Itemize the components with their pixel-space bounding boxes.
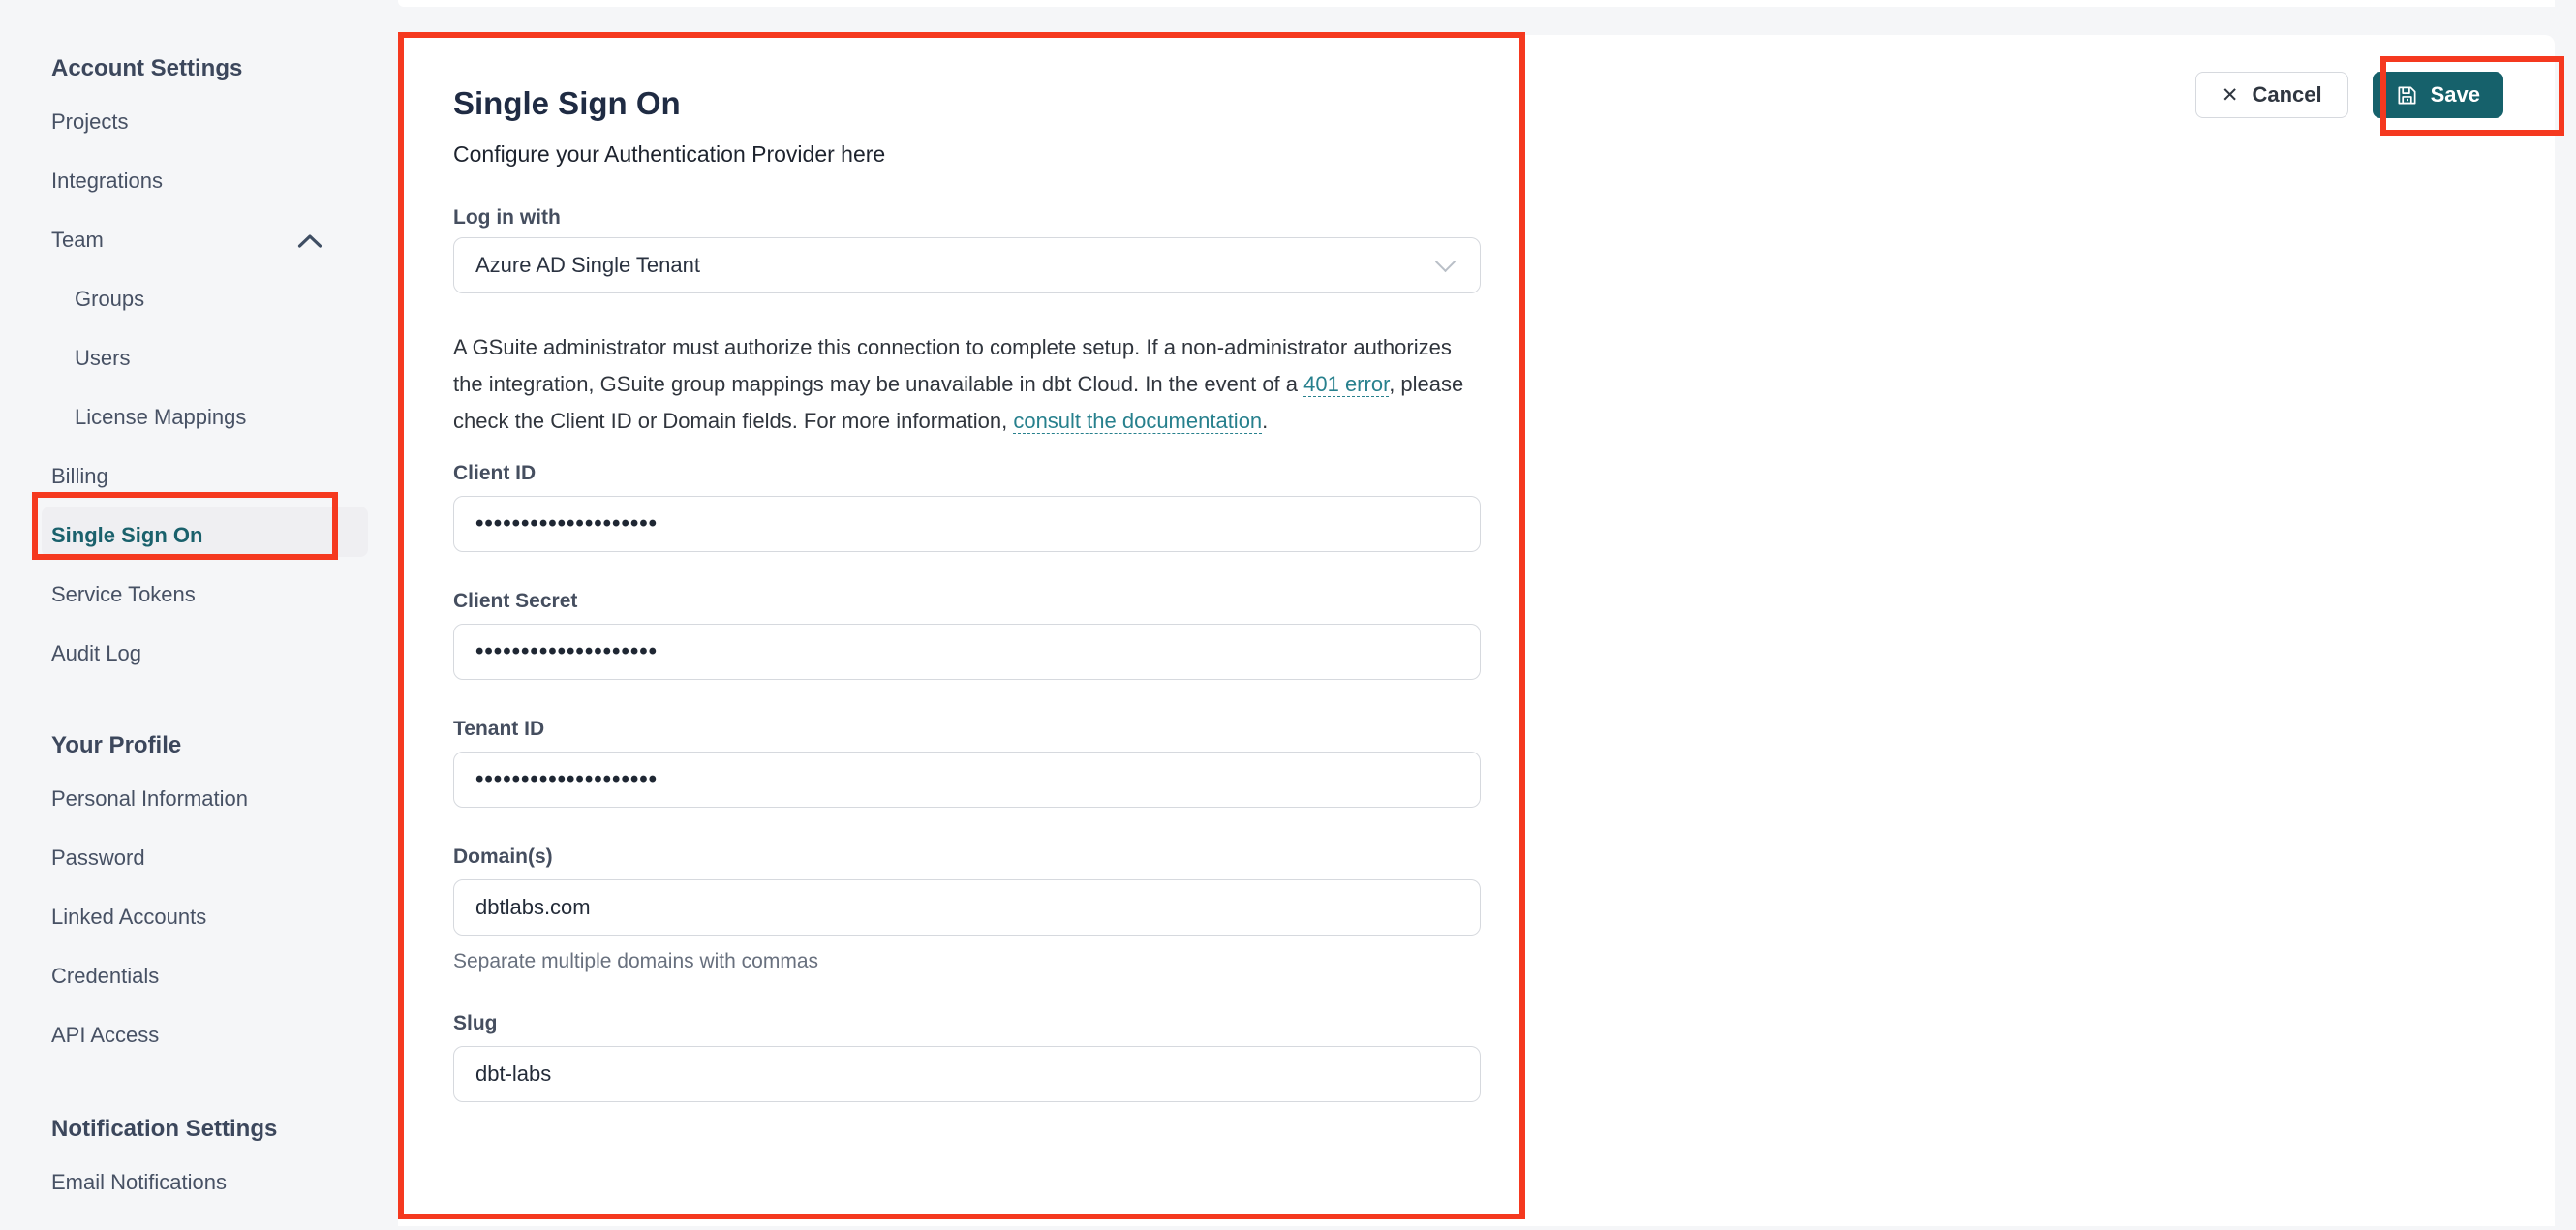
login-with-select[interactable]: Azure AD Single Tenant	[453, 237, 1481, 293]
tenant-id-group: Tenant ID	[453, 717, 1481, 808]
sidebar-item-audit-log[interactable]: Audit Log	[51, 642, 398, 701]
sidebar-item-label: Credentials	[51, 964, 160, 988]
sidebar-heading-notification-settings: Notification Settings	[51, 1116, 278, 1142]
sidebar-item-label: API Access	[51, 1023, 160, 1047]
tenant-id-input[interactable]	[453, 752, 1481, 808]
client-id-group: Client ID	[453, 461, 1481, 552]
sidebar-item-label: Audit Log	[51, 641, 141, 665]
cancel-button[interactable]: ✕ Cancel	[2194, 72, 2348, 118]
sidebar-item-integrations[interactable]: Integrations	[51, 169, 398, 229]
client-secret-label: Client Secret	[453, 590, 578, 612]
slug-input[interactable]	[453, 1046, 1481, 1102]
sidebar-item-credentials[interactable]: Credentials	[51, 965, 398, 1024]
sidebar-item-label: Single Sign On	[51, 523, 203, 547]
client-secret-group: Client Secret	[453, 589, 1481, 680]
sidebar-item-label: Groups	[75, 287, 145, 311]
main-content-card: ✕ Cancel Save Single Sign On Configure y…	[398, 35, 2555, 1226]
client-id-label: Client ID	[453, 462, 537, 484]
sidebar-item-personal-information[interactable]: Personal Information	[51, 787, 398, 846]
top-navbar-remnant	[398, 0, 2555, 7]
notice-text: A GSuite administrator must authorize th…	[453, 335, 1452, 396]
account-settings-list: Projects Integrations Team Groups Users …	[42, 110, 398, 701]
chevron-down-icon	[1434, 251, 1457, 272]
sidebar-item-projects[interactable]: Projects	[51, 110, 398, 169]
page-title: Single Sign On	[453, 85, 681, 121]
sidebar-item-email-notifications[interactable]: Email Notifications	[51, 1171, 398, 1230]
domains-label: Domain(s)	[453, 846, 553, 868]
login-with-label: Log in with	[453, 206, 561, 229]
tenant-id-label: Tenant ID	[453, 718, 545, 740]
sidebar-item-label: Email Notifications	[51, 1170, 227, 1194]
domains-input[interactable]	[453, 879, 1481, 936]
sidebar-item-single-sign-on[interactable]: Single Sign On	[42, 507, 398, 583]
sidebar-item-service-tokens[interactable]: Service Tokens	[51, 583, 398, 642]
sidebar-item-license-mappings[interactable]: License Mappings	[51, 406, 398, 465]
settings-sidebar: Account Settings Projects Integrations T…	[0, 0, 398, 1226]
sidebar-item-label: Billing	[51, 464, 108, 488]
save-floppy-icon	[2396, 84, 2418, 107]
slug-label: Slug	[453, 1012, 498, 1034]
client-secret-input[interactable]	[453, 624, 1481, 680]
domains-group: Domain(s) Separate multiple domains with…	[453, 845, 1481, 974]
sidebar-item-label: Linked Accounts	[51, 905, 207, 929]
save-button-label: Save	[2430, 82, 2480, 107]
page-subtitle: Configure your Authentication Provider h…	[453, 141, 886, 167]
sidebar-item-api-access[interactable]: API Access	[51, 1024, 398, 1083]
sidebar-item-label: Team	[51, 228, 104, 252]
gsuite-notice: A GSuite administrator must authorize th…	[453, 329, 1481, 440]
sidebar-item-label: Projects	[51, 109, 129, 134]
client-id-input[interactable]	[453, 496, 1481, 552]
login-with-selected-value: Azure AD Single Tenant	[475, 253, 700, 277]
domains-helper-text: Separate multiple domains with commas	[453, 950, 818, 972]
link-401-error[interactable]: 401 error	[1303, 372, 1389, 396]
sidebar-item-label: Service Tokens	[51, 582, 196, 606]
sidebar-item-label: License Mappings	[75, 405, 247, 429]
sidebar-item-linked-accounts[interactable]: Linked Accounts	[51, 906, 398, 965]
sidebar-item-team[interactable]: Team	[51, 229, 322, 288]
notification-settings-list: Email Notifications	[51, 1171, 398, 1230]
sidebar-item-label: Password	[51, 846, 145, 870]
your-profile-list: Personal Information Password Linked Acc…	[51, 787, 398, 1083]
sidebar-item-label: Integrations	[51, 169, 163, 193]
form-action-bar: ✕ Cancel Save	[2194, 72, 2503, 118]
sidebar-item-label: Personal Information	[51, 786, 248, 811]
sidebar-item-password[interactable]: Password	[51, 846, 398, 906]
notice-text: .	[1262, 409, 1269, 433]
sidebar-item-groups[interactable]: Groups	[51, 288, 398, 347]
close-x-icon: ✕	[2221, 83, 2239, 107]
save-button[interactable]: Save	[2372, 72, 2503, 118]
sidebar-item-label: Users	[75, 346, 131, 370]
cancel-button-label: Cancel	[2252, 82, 2322, 107]
chevron-up-icon[interactable]	[297, 231, 322, 254]
sidebar-heading-your-profile: Your Profile	[51, 732, 182, 758]
link-consult-documentation[interactable]: consult the documentation	[1013, 409, 1262, 433]
sidebar-heading-account-settings: Account Settings	[51, 55, 243, 81]
slug-group: Slug	[453, 1011, 1481, 1102]
sidebar-item-users[interactable]: Users	[51, 347, 398, 406]
